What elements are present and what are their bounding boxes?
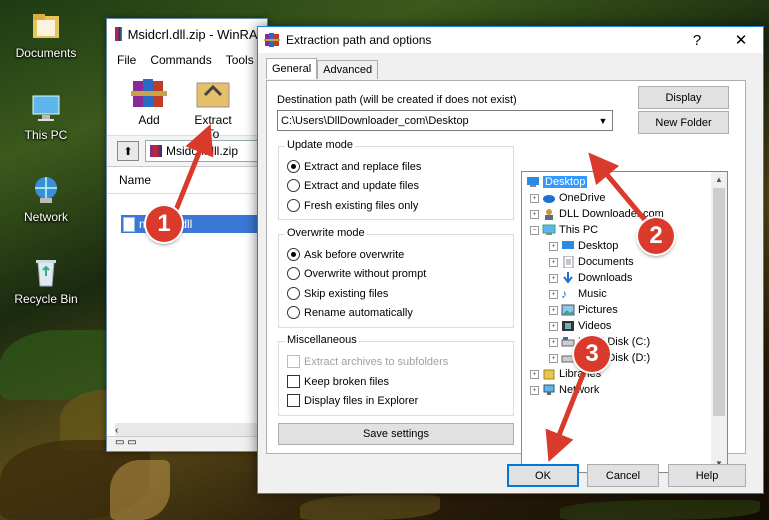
annotation-arrows: [173, 124, 652, 462]
annotation-badge-1: 1: [146, 206, 182, 242]
annotation-badge-2: 2: [638, 218, 674, 254]
annotation-arrow-3: [545, 371, 587, 462]
tab-general[interactable]: General: [266, 58, 318, 79]
annotation-badge-3: 3: [574, 336, 610, 372]
annotation-arrow-1: [173, 124, 214, 211]
annotation-arrow-2: [588, 152, 652, 228]
